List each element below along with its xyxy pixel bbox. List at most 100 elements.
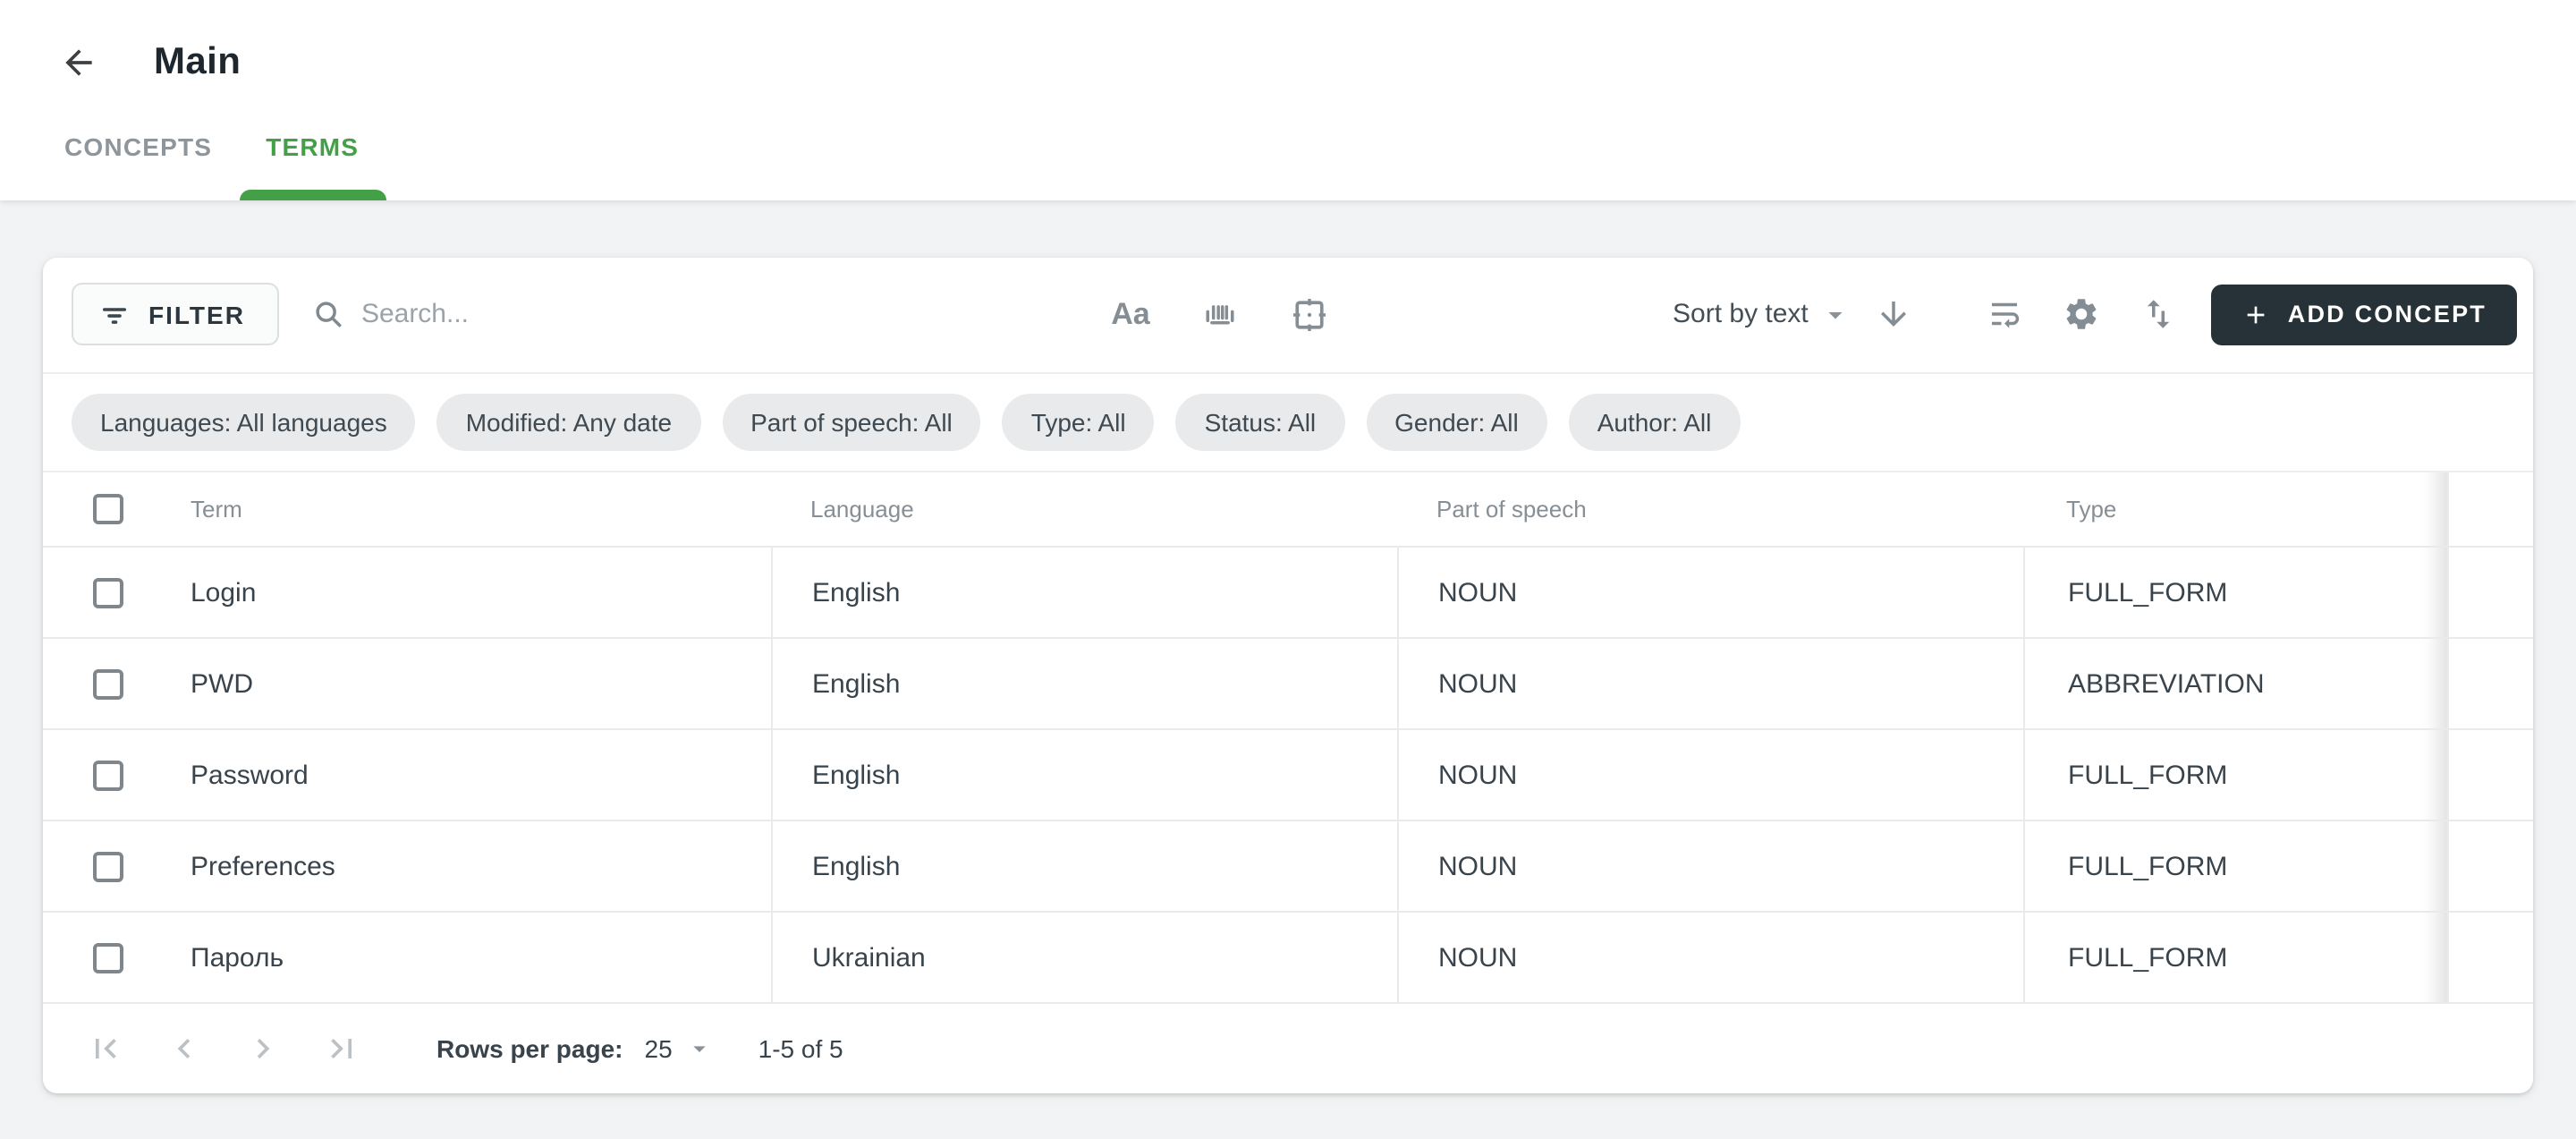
cell-language: English (771, 730, 1397, 820)
selection-frame-icon (1290, 294, 1329, 334)
terms-card: FILTER Aa (43, 257, 2533, 1093)
dropdown-caret-icon (685, 1034, 714, 1063)
cell-pinned (2446, 548, 2533, 637)
last-page-button[interactable] (320, 1027, 363, 1070)
chip-modified[interactable]: Modified: Any date (437, 393, 700, 450)
cell-term: PWD (191, 639, 771, 728)
column-header-language: Language (771, 472, 1397, 546)
cell-type: FULL_FORM (2023, 821, 2446, 911)
filter-funnel-icon (98, 298, 131, 330)
row-checkbox[interactable] (92, 942, 123, 973)
match-case-button[interactable]: Aa (1109, 293, 1152, 336)
cell-part-of-speech: NOUN (1397, 913, 2023, 1002)
table-row[interactable]: Preferences English NOUN FULL_FORM (43, 821, 2533, 913)
cell-type: FULL_FORM (2023, 730, 2446, 820)
pagination-bar: Rows per page: 25 1-5 of 5 (43, 1004, 2533, 1092)
cell-language: English (771, 639, 1397, 728)
rows-per-page-label: Rows per page: (436, 1034, 623, 1063)
sort-group: Sort by text (1673, 284, 2517, 344)
previous-page-button[interactable] (163, 1027, 206, 1070)
wrap-text-icon (1987, 295, 2024, 333)
chip-gender[interactable]: Gender: All (1366, 393, 1547, 450)
pagination-range: 1-5 of 5 (758, 1034, 843, 1063)
cell-language: English (771, 821, 1397, 911)
terms-table: Term Language Part of speech Type Login … (43, 472, 2533, 1092)
cell-part-of-speech: NOUN (1397, 548, 2023, 637)
settings-gear-icon (2063, 295, 2101, 333)
chip-part-of-speech[interactable]: Part of speech: All (722, 393, 981, 450)
import-export-icon (2140, 295, 2178, 333)
row-checkbox[interactable] (92, 851, 123, 881)
chip-status[interactable]: Status: All (1176, 393, 1345, 450)
toolbar: FILTER Aa (43, 257, 2533, 373)
page-title: Main (154, 41, 241, 84)
tab-terms[interactable]: TERMS (239, 93, 386, 200)
search-box (311, 297, 898, 331)
sort-by-label: Sort by text (1673, 299, 1809, 329)
app-header: Main CONCEPTS TERMS (0, 0, 2576, 200)
table-row[interactable]: Password English NOUN FULL_FORM (43, 730, 2533, 821)
cell-term: Preferences (191, 821, 771, 911)
cell-language: Ukrainian (771, 913, 1397, 1002)
filter-chips-row: Languages: All languages Modified: Any d… (43, 373, 2533, 472)
cell-pinned (2446, 913, 2533, 1002)
match-case-icon: Aa (1111, 296, 1149, 332)
cell-part-of-speech: NOUN (1397, 730, 2023, 820)
rows-per-page-select[interactable]: 25 (645, 1034, 714, 1063)
chip-author[interactable]: Author: All (1569, 393, 1741, 450)
filter-button[interactable]: FILTER (72, 283, 279, 345)
cell-pinned (2446, 821, 2533, 911)
select-all-checkbox[interactable] (92, 494, 123, 524)
next-page-button[interactable] (242, 1027, 284, 1070)
row-checkbox[interactable] (92, 760, 123, 790)
title-row: Main (0, 0, 2576, 93)
settings-button[interactable] (2061, 293, 2104, 336)
viewport: Main CONCEPTS TERMS FILTER (0, 0, 2576, 1139)
row-checkbox[interactable] (92, 577, 123, 608)
last-page-icon (322, 1029, 361, 1068)
search-icon (311, 297, 345, 331)
table-row[interactable]: PWD English NOUN ABBREVIATION (43, 639, 2533, 730)
cell-part-of-speech: NOUN (1397, 821, 2023, 911)
column-header-part-of-speech: Part of speech (1397, 472, 2023, 546)
plus-icon (2241, 300, 2270, 328)
rows-per-page-value: 25 (645, 1034, 673, 1063)
chevron-left-icon (165, 1029, 204, 1068)
dropdown-caret-icon (1819, 298, 1852, 330)
first-page-button[interactable] (84, 1027, 127, 1070)
cell-language: English (771, 548, 1397, 637)
pinned-column-header (2446, 472, 2533, 546)
cell-term: Пароль (191, 913, 771, 1002)
whole-word-button[interactable] (1199, 293, 1241, 336)
first-page-icon (86, 1029, 125, 1068)
cell-pinned (2446, 730, 2533, 820)
whole-word-barcode-icon (1200, 294, 1240, 334)
search-input[interactable] (361, 299, 898, 329)
cell-part-of-speech: NOUN (1397, 639, 2023, 728)
wrap-text-button[interactable] (1984, 293, 2027, 336)
chip-type[interactable]: Type: All (1003, 393, 1155, 450)
chip-languages[interactable]: Languages: All languages (72, 393, 416, 450)
add-concept-label: ADD CONCEPT (2288, 301, 2487, 327)
column-header-type: Type (2023, 472, 2446, 546)
back-button[interactable] (57, 41, 100, 84)
import-export-button[interactable] (2138, 293, 2181, 336)
back-arrow-icon (59, 43, 98, 82)
sort-by-select[interactable]: Sort by text (1673, 298, 1852, 330)
table-header-row: Term Language Part of speech Type (43, 472, 2533, 548)
tab-concepts[interactable]: CONCEPTS (38, 93, 239, 200)
column-header-term: Term (191, 472, 771, 546)
row-checkbox[interactable] (92, 668, 123, 699)
cell-term: Login (191, 548, 771, 637)
sort-direction-button[interactable] (1873, 293, 1916, 336)
add-concept-button[interactable]: ADD CONCEPT (2211, 284, 2517, 344)
exact-match-button[interactable] (1288, 293, 1331, 336)
cell-pinned (2446, 639, 2533, 728)
page-content: FILTER Aa (0, 200, 2576, 1093)
table-row[interactable]: Пароль Ukrainian NOUN FULL_FORM (43, 913, 2533, 1004)
table-row[interactable]: Login English NOUN FULL_FORM (43, 548, 2533, 639)
cell-type: FULL_FORM (2023, 548, 2446, 637)
cell-type: FULL_FORM (2023, 913, 2446, 1002)
arrow-down-icon (1876, 295, 1913, 333)
cell-type: ABBREVIATION (2023, 639, 2446, 728)
